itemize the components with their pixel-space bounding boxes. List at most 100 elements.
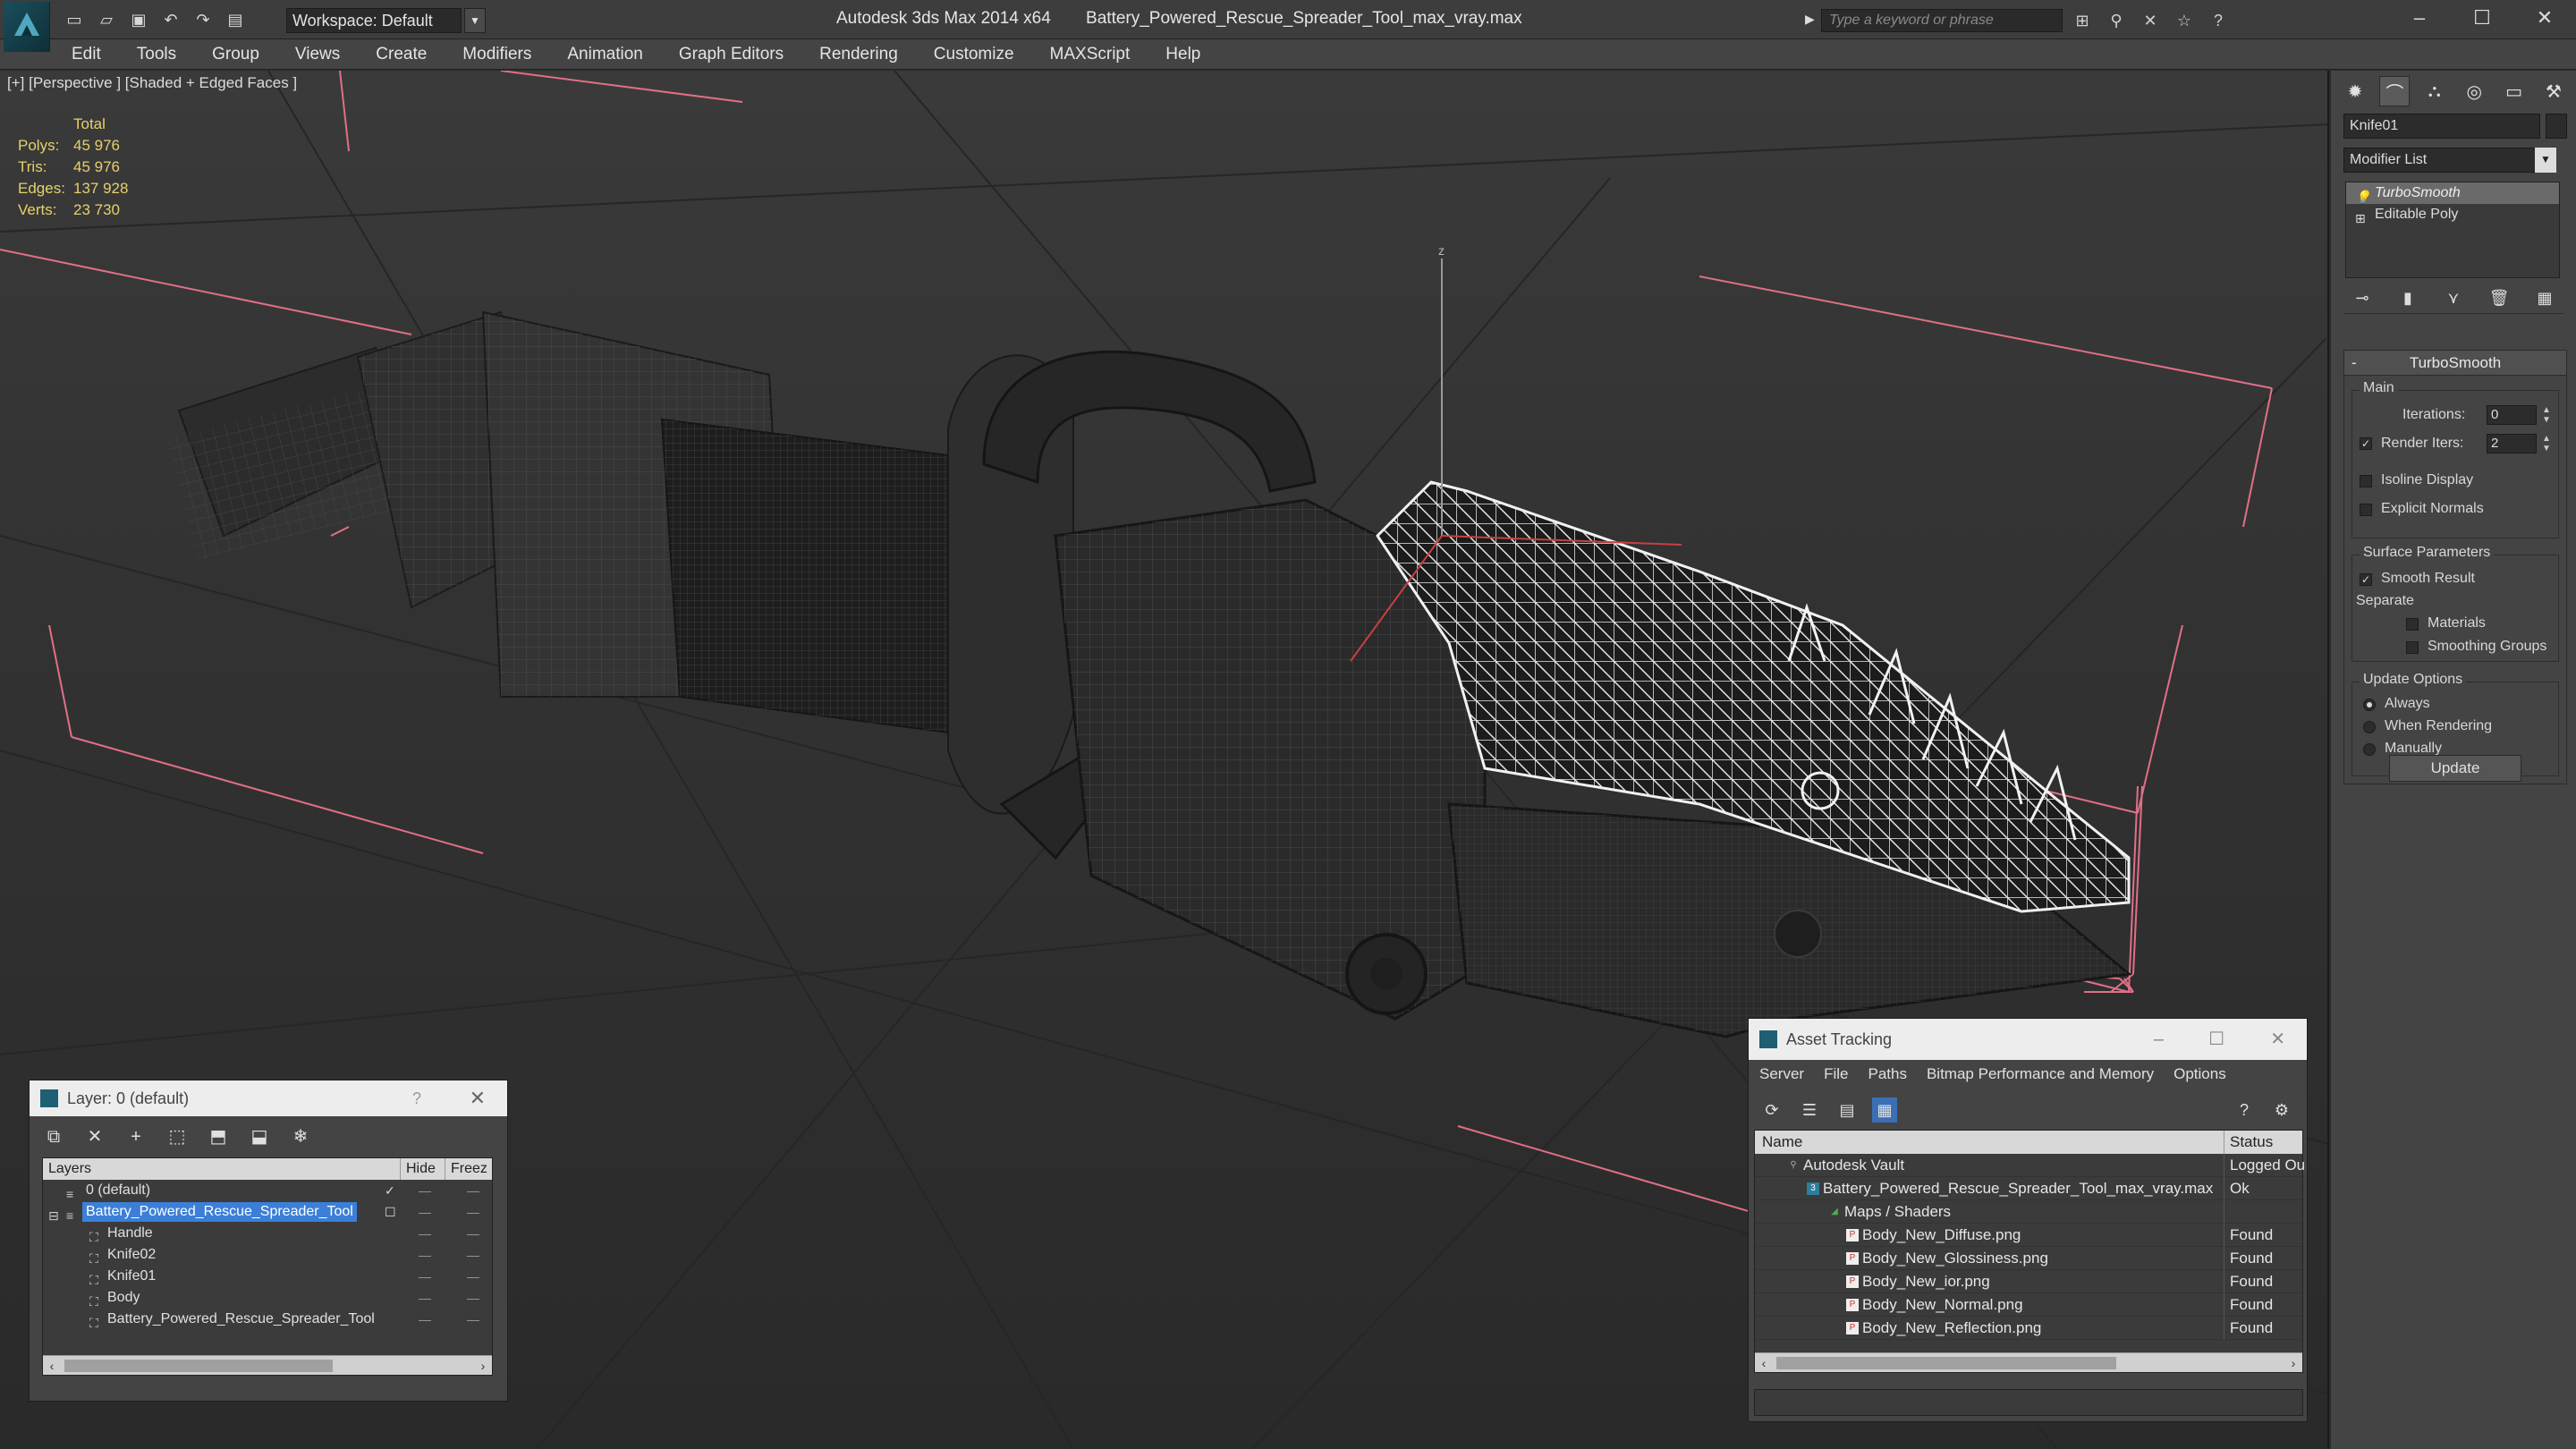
scroll-thumb[interactable] <box>64 1360 333 1372</box>
layer-row[interactable]: ⊟ ≡ Battery_Powered_Rescue_Spreader_Tool… <box>43 1201 492 1223</box>
always-radio[interactable] <box>2363 699 2376 711</box>
iterations-spinner[interactable]: 0 <box>2487 405 2537 425</box>
close-icon[interactable]: ✕ <box>2270 1019 2285 1060</box>
layer-row[interactable]: ⛶ Body — — <box>43 1287 492 1309</box>
maximize-icon[interactable]: ☐ <box>2208 1019 2224 1060</box>
app-logo[interactable] <box>4 2 50 52</box>
menu-create[interactable]: Create <box>376 45 427 64</box>
add-to-layer-icon[interactable]: + <box>124 1125 148 1148</box>
minimize-icon[interactable]: – <box>2154 1019 2164 1060</box>
col-hide[interactable]: Hide <box>401 1158 445 1180</box>
col-name[interactable]: Name <box>1762 1131 1802 1154</box>
asset-row[interactable]: P Body_New_Diffuse.png Found <box>1755 1224 2302 1247</box>
isoline-display-checkbox[interactable] <box>2360 475 2372 487</box>
star-icon[interactable]: ☆ <box>2174 10 2195 31</box>
freeze-toggle[interactable]: — <box>467 1309 479 1330</box>
close-icon[interactable]: ✕ <box>470 1080 486 1116</box>
layer-row[interactable]: ⛶ Knife02 — — <box>43 1244 492 1266</box>
layer-horizontal-scrollbar[interactable]: ‹ › <box>43 1355 492 1375</box>
layer-row[interactable]: ≡ 0 (default) ✓ — — <box>43 1180 492 1201</box>
menu-maxscript[interactable]: MAXScript <box>1050 45 1131 64</box>
smoothing-groups-checkbox[interactable] <box>2406 641 2419 654</box>
thumbnail-view-icon[interactable]: ▤ <box>1835 1097 1860 1123</box>
asset-path-field[interactable] <box>1754 1389 2303 1416</box>
expand-plus-icon[interactable]: ⊞ <box>2355 208 2366 229</box>
table-view-icon[interactable]: ▦ <box>1872 1097 1897 1123</box>
open-file-icon[interactable]: ▱ <box>95 8 118 31</box>
scroll-right-icon[interactable]: › <box>2284 1353 2302 1373</box>
hide-toggle[interactable]: — <box>419 1287 431 1309</box>
menu-customize[interactable]: Customize <box>934 45 1014 64</box>
hide-toggle[interactable]: — <box>419 1180 431 1201</box>
scroll-thumb[interactable] <box>1776 1357 2116 1369</box>
object-color-swatch[interactable] <box>2546 114 2567 139</box>
display-tab-icon[interactable]: ▭ <box>2499 76 2529 106</box>
collapse-icon[interactable]: - <box>2351 351 2357 376</box>
freeze-toggle[interactable]: — <box>467 1266 479 1287</box>
asset-menu-paths[interactable]: Paths <box>1868 1062 1906 1087</box>
menu-graph-editors[interactable]: Graph Editors <box>679 45 784 64</box>
menu-animation[interactable]: Animation <box>567 45 643 64</box>
manually-radio[interactable] <box>2363 743 2376 756</box>
create-layer-icon[interactable]: ⧉ <box>42 1125 65 1148</box>
asset-row[interactable]: P Body_New_ior.png Found <box>1755 1270 2302 1293</box>
help-icon[interactable]: ? <box>412 1080 421 1116</box>
hide-toggle[interactable]: — <box>419 1223 431 1244</box>
remove-modifier-icon[interactable]: 🗑 <box>2487 285 2511 310</box>
menu-rendering[interactable]: Rendering <box>819 45 898 64</box>
search-expand-icon[interactable]: ▶ <box>1805 12 1818 28</box>
materials-checkbox[interactable] <box>2406 618 2419 631</box>
menu-group[interactable]: Group <box>212 45 259 64</box>
viewport-label[interactable]: [+] [Perspective ] [Shaded + Edged Faces… <box>7 74 297 92</box>
highlight-selected-icon[interactable]: ⬒ <box>207 1125 230 1148</box>
minimize-button[interactable]: – <box>2388 0 2451 36</box>
new-file-icon[interactable]: ▭ <box>63 8 86 31</box>
create-tab-icon[interactable]: ✹ <box>2340 76 2370 106</box>
asset-menu-file[interactable]: File <box>1824 1062 1848 1087</box>
chevron-down-icon[interactable]: ▼ <box>2535 148 2556 173</box>
motion-tab-icon[interactable]: ◎ <box>2459 76 2489 106</box>
chevron-down-icon[interactable]: ▼ <box>464 8 486 33</box>
col-layers[interactable]: Layers <box>43 1158 401 1180</box>
redo-icon[interactable]: ↷ <box>191 8 215 31</box>
hierarchy-tab-icon[interactable]: ⛬ <box>2419 76 2450 106</box>
maximize-button[interactable]: ☐ <box>2451 0 2513 36</box>
hide-all-icon[interactable]: ⬓ <box>248 1125 271 1148</box>
configure-sets-icon[interactable]: ▦ <box>2533 285 2556 310</box>
asset-row[interactable]: P Body_New_Glossiness.png Found <box>1755 1247 2302 1270</box>
menu-edit[interactable]: Edit <box>72 45 101 64</box>
render-iters-checkbox[interactable]: ✓ <box>2360 437 2372 450</box>
active-box-icon[interactable]: ☐ <box>385 1201 396 1223</box>
asset-menu-server[interactable]: Server <box>1759 1062 1804 1087</box>
col-freeze[interactable]: Freez <box>445 1158 492 1180</box>
save-file-icon[interactable]: ▣ <box>127 8 150 31</box>
list-view-icon[interactable]: ☰ <box>1797 1097 1822 1123</box>
layer-row[interactable]: ⛶ Battery_Powered_Rescue_Spreader_Tool —… <box>43 1309 492 1330</box>
stack-item-turbosmooth[interactable]: 💡 TurboSmooth <box>2346 182 2559 204</box>
layer-row[interactable]: ⛶ Knife01 — — <box>43 1266 492 1287</box>
modifier-list-dropdown[interactable]: Modifier List ▼ <box>2343 148 2556 173</box>
menu-views[interactable]: Views <box>295 45 340 64</box>
utilities-tab-icon[interactable]: ⚒ <box>2538 76 2569 106</box>
modify-tab-icon[interactable]: ⌒ <box>2379 76 2411 106</box>
workspace-selector[interactable]: Workspace: Default ▼ <box>286 8 486 33</box>
explicit-normals-checkbox[interactable] <box>2360 504 2372 516</box>
communication-icon[interactable]: ✕ <box>2140 10 2161 31</box>
binoculars-icon[interactable]: ⊞ <box>2072 10 2093 31</box>
asset-row[interactable]: P Body_New_Normal.png Found <box>1755 1293 2302 1317</box>
object-name-field[interactable]: Knife01 <box>2343 114 2540 139</box>
asset-row[interactable]: ⚲ Autodesk Vault Logged Ou <box>1755 1154 2304 1177</box>
scroll-right-icon[interactable]: › <box>474 1356 492 1376</box>
freeze-toggle[interactable]: — <box>467 1244 479 1266</box>
help-icon[interactable]: ? <box>2207 10 2229 31</box>
when-rendering-radio[interactable] <box>2363 721 2376 733</box>
asset-row[interactable]: P Body_New_Reflection.png Found <box>1755 1317 2302 1340</box>
asset-row[interactable]: 3 Battery_Powered_Rescue_Spreader_Tool_m… <box>1755 1177 2302 1200</box>
hide-toggle[interactable]: — <box>419 1201 431 1223</box>
menu-tools[interactable]: Tools <box>137 45 176 64</box>
search-input[interactable]: Type a keyword or phrase <box>1821 9 2063 32</box>
smooth-result-checkbox[interactable]: ✓ <box>2360 573 2372 586</box>
rollout-header[interactable]: - TurboSmooth <box>2344 351 2566 376</box>
delete-layer-icon[interactable]: ✕ <box>83 1125 106 1148</box>
help-icon[interactable]: ? <box>2232 1097 2257 1123</box>
